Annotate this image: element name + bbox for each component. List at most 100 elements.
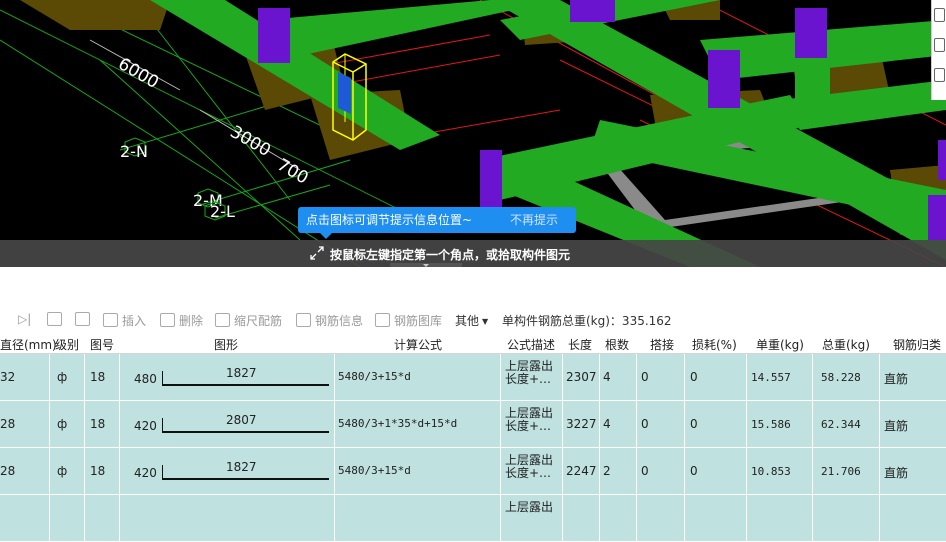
rebar-info-button[interactable]: 钢筋信息 bbox=[296, 312, 363, 329]
rebar-panel: ▷| 插入 删除 缩尺配筋 钢筋信息 钢筋图库 其他 ▼ 单构件钢筋总重(kg)：… bbox=[0, 267, 946, 542]
cell-formula: 5480/3+1*35*d+15*d bbox=[338, 417, 458, 430]
cell-total-weight: 58.228 bbox=[821, 371, 861, 384]
rebar-library-button[interactable]: 钢筋图库 bbox=[375, 312, 442, 329]
svg-text:2-L: 2-L bbox=[210, 202, 235, 221]
cell-lap: 0 bbox=[641, 464, 649, 478]
cell-length: 2307 bbox=[566, 370, 597, 384]
shape-hook-length: 420 bbox=[134, 419, 157, 433]
shape-length: 1827 bbox=[226, 366, 257, 380]
header-diameter: 直径(mm) bbox=[0, 338, 57, 352]
cell-diameter: 28 bbox=[0, 464, 16, 478]
shape-bar-line bbox=[162, 478, 329, 480]
cell-total-weight: 21.706 bbox=[821, 465, 861, 478]
axis-label-2-l: 2-L bbox=[204, 201, 235, 221]
scale-rebar-button[interactable]: 缩尺配筋 bbox=[215, 312, 282, 329]
cell-formula: 5480/3+15*d bbox=[338, 370, 411, 383]
cell-unit-weight: 15.586 bbox=[751, 418, 791, 431]
cell-loss: 0 bbox=[690, 417, 698, 431]
cell-diameter: 32 bbox=[0, 370, 16, 384]
cell-figure-no: 18 bbox=[90, 417, 106, 431]
delete-icon bbox=[160, 313, 175, 327]
cell-category: 直筋 bbox=[884, 372, 909, 386]
header-total-weight: 总重(kg) bbox=[822, 338, 870, 352]
total-weight-label: 单构件钢筋总重(kg)：335.162 bbox=[502, 314, 672, 328]
rebar-info-icon bbox=[296, 313, 311, 327]
cell-lap: 0 bbox=[641, 370, 649, 384]
cell-unit-weight: 10.853 bbox=[751, 465, 791, 478]
chevron-down-icon: ▼ bbox=[482, 317, 489, 326]
cell-shape: 420 2807 bbox=[120, 401, 335, 447]
table-row[interactable]: 上层露出 bbox=[0, 495, 946, 542]
tip-arrow-icon bbox=[320, 233, 332, 239]
shape-bar-line bbox=[162, 431, 329, 433]
cell-shape: 480 1827 bbox=[120, 354, 335, 400]
cell-total-weight: 62.344 bbox=[821, 418, 861, 431]
table-row[interactable]: 32 ф 18 480 1827 5480/3+15*d 上层露出长度+… 23… bbox=[0, 354, 946, 401]
cell-shape: 420 1827 bbox=[120, 448, 335, 494]
view-toolbar bbox=[931, 0, 946, 100]
cell-loss: 0 bbox=[690, 370, 698, 384]
delete-button[interactable]: 删除 bbox=[160, 312, 203, 329]
cell-length: 3227 bbox=[566, 417, 597, 431]
header-formula: 计算公式 bbox=[394, 338, 443, 352]
cell-length: 2247 bbox=[566, 464, 597, 478]
table-row[interactable]: 28 ф 18 420 2807 5480/3+1*35*d+15*d 上层露出… bbox=[0, 401, 946, 448]
other-menu[interactable]: 其他 ▼ bbox=[455, 312, 488, 329]
cell-count: 4 bbox=[603, 417, 611, 431]
header-lap: 搭接 bbox=[650, 338, 675, 352]
cell-loss: 0 bbox=[690, 464, 698, 478]
cell-formula-desc: 上层露出长度+… bbox=[505, 406, 554, 433]
tip-text: 点击图标可调节提示信息位置~ bbox=[306, 213, 473, 227]
last-record-icon[interactable]: ▷| bbox=[18, 312, 31, 326]
cell-category: 直筋 bbox=[884, 466, 909, 480]
scale-icon bbox=[215, 313, 230, 327]
shape-hook-length: 420 bbox=[134, 466, 157, 480]
dimension-3000: 3000 bbox=[227, 122, 274, 161]
status-bar: 按鼠标左键指定第一个角点，或拾取构件图元 bbox=[0, 240, 946, 267]
shape-length: 2807 bbox=[226, 413, 257, 427]
insert-icon bbox=[103, 313, 118, 327]
tip-bubble[interactable]: 点击图标可调节提示信息位置~ 不再提示 bbox=[298, 207, 576, 239]
view-cube-icon[interactable] bbox=[934, 8, 945, 22]
header-length: 长度 bbox=[568, 338, 593, 352]
header-grade: 级别 bbox=[55, 338, 80, 352]
cell-category: 直筋 bbox=[884, 419, 909, 433]
display-icon[interactable] bbox=[934, 68, 945, 82]
cell-figure-no: 18 bbox=[90, 370, 106, 384]
table-header: 直径(mm) 级别 图号 图形 计算公式 公式描述 长度 根数 搭接 损耗(%)… bbox=[0, 333, 946, 354]
table-row[interactable]: 28 ф 18 420 1827 5480/3+15*d 上层露出长度+… 22… bbox=[0, 448, 946, 495]
dimension-6000: 6000 bbox=[115, 54, 162, 93]
cell-count: 4 bbox=[603, 370, 611, 384]
shape-hook-line bbox=[162, 371, 163, 384]
rebar-toolbar: ▷| 插入 删除 缩尺配筋 钢筋信息 钢筋图库 其他 ▼ 单构件钢筋总重(kg)：… bbox=[0, 305, 946, 334]
insert-button[interactable]: 插入 bbox=[103, 312, 146, 329]
shape-hook-length: 480 bbox=[134, 372, 157, 386]
move-down-button[interactable] bbox=[75, 312, 94, 327]
header-count: 根数 bbox=[605, 338, 630, 352]
header-unit-weight: 单重(kg) bbox=[756, 338, 804, 352]
cell-unit-weight: 14.557 bbox=[751, 371, 791, 384]
cell-grade: ф bbox=[57, 464, 68, 478]
header-category: 钢筋归类 bbox=[893, 338, 942, 352]
cell-formula-desc: 上层露出长度+… bbox=[505, 453, 554, 480]
pick-cursor-icon bbox=[310, 246, 324, 260]
panel-header bbox=[0, 267, 946, 306]
shape-hook-line bbox=[162, 418, 163, 431]
cell-formula-desc: 上层露出长度+… bbox=[505, 359, 554, 386]
cell-figure-no: 18 bbox=[90, 464, 106, 478]
layer-icon[interactable] bbox=[934, 38, 945, 52]
cell-formula: 5480/3+15*d bbox=[338, 464, 411, 477]
3d-viewport[interactable]: 2-N 2-M 2-L 6000 3000 700 点击图标可调节提示信息位置~… bbox=[0, 0, 946, 267]
cell-lap: 0 bbox=[641, 417, 649, 431]
move-up-button[interactable] bbox=[47, 312, 66, 327]
cell-grade: ф bbox=[57, 417, 68, 431]
header-shape: 图形 bbox=[214, 338, 239, 352]
svg-text:2-N: 2-N bbox=[120, 142, 148, 161]
shape-bar-line bbox=[162, 384, 329, 386]
dismiss-tip-button[interactable]: 不再提示 bbox=[510, 207, 558, 233]
cell-grade: ф bbox=[57, 370, 68, 384]
cell-formula-desc: 上层露出 bbox=[505, 500, 554, 514]
rebar-library-icon bbox=[375, 313, 390, 327]
header-loss: 损耗(%) bbox=[692, 338, 737, 352]
cell-count: 2 bbox=[603, 464, 611, 478]
